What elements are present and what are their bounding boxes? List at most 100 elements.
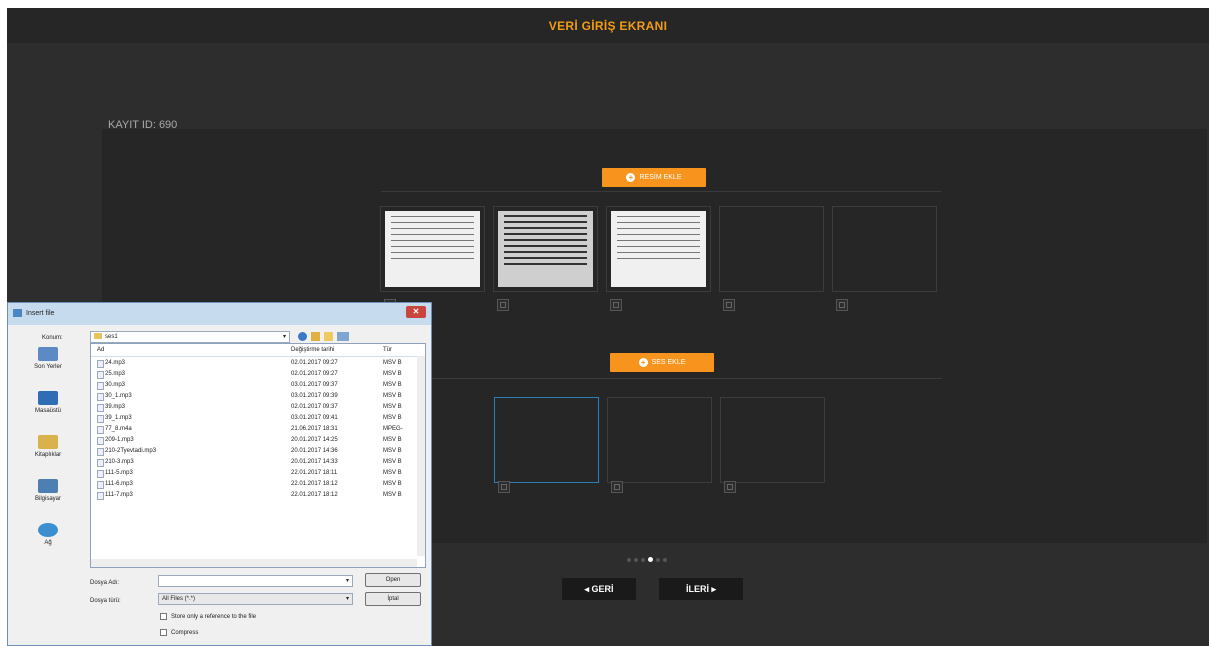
look-in-label: Konum:: [42, 335, 63, 341]
document-image: [385, 211, 480, 287]
look-in-value: ses1: [105, 334, 118, 340]
pagination-dots: [627, 551, 670, 563]
place-recent[interactable]: Son Yerler: [12, 347, 84, 370]
place-computer[interactable]: Bilgisayar: [12, 479, 84, 502]
filetype-select[interactable]: All Files (*.*) ▾: [158, 593, 353, 605]
image-thumbnail-1[interactable]: [380, 206, 485, 292]
place-desktop[interactable]: Masaüstü: [12, 391, 84, 414]
add-image-button[interactable]: + RESİM EKLE: [602, 168, 706, 187]
file-list[interactable]: Ad Değiştirme tarihi Tür 24.mp3 02.01.201…: [90, 343, 426, 568]
audio-file-icon: [97, 470, 104, 478]
file-row[interactable]: 30.mp3 03.01.2017 09:37 MSV B: [91, 380, 425, 391]
document-image: [611, 211, 706, 287]
close-icon[interactable]: ✕: [406, 306, 426, 318]
audio-file-icon: [97, 415, 104, 423]
image-upload-icon[interactable]: [836, 299, 848, 311]
file-row[interactable]: 111-5.mp3 22.01.2017 18:11 MSV B: [91, 468, 425, 479]
audio-file-icon: [97, 360, 104, 368]
audio-file-icon: [97, 448, 104, 456]
back-button[interactable]: ◂ GERİ: [562, 578, 636, 600]
column-type[interactable]: Tür: [383, 347, 392, 353]
image-thumbnail-empty[interactable]: [832, 206, 937, 292]
audio-file-icon: [97, 426, 104, 434]
pagination-dot[interactable]: [656, 557, 660, 562]
filetype-label: Dosya türü:: [90, 598, 121, 604]
file-row[interactable]: 39_1.mp3 03.01.2017 09:41 MSV B: [91, 413, 425, 424]
image-upload-icon[interactable]: [723, 299, 735, 311]
reference-checkbox[interactable]: [160, 613, 167, 620]
look-in-select[interactable]: ses1 ▾: [90, 331, 290, 343]
audio-upload-icon[interactable]: [498, 481, 510, 493]
desktop-icon: [38, 391, 58, 405]
column-name[interactable]: Ad: [97, 347, 104, 353]
new-folder-icon[interactable]: [324, 332, 333, 341]
plus-icon: +: [638, 358, 648, 367]
dialog-app-icon: [13, 309, 22, 317]
image-thumbnail-2[interactable]: [493, 206, 598, 292]
audio-file-icon: [97, 393, 104, 401]
audio-slot-empty[interactable]: [720, 397, 825, 483]
recent-places-icon: [38, 347, 58, 361]
up-folder-icon[interactable]: [311, 332, 320, 341]
image-section-divider: [381, 191, 941, 192]
audio-file-icon: [97, 459, 104, 467]
chevron-down-icon: ▾: [345, 578, 349, 584]
audio-file-icon: [97, 382, 104, 390]
network-icon: [38, 523, 58, 537]
file-row[interactable]: 25.mp3 02.01.2017 09:27 MSV B: [91, 369, 425, 380]
open-button[interactable]: Open: [365, 573, 421, 587]
pagination-dot[interactable]: [627, 557, 631, 562]
add-audio-label: SES EKLE: [651, 359, 686, 366]
place-libraries[interactable]: Kitaplıklar: [12, 435, 84, 458]
file-row[interactable]: 111-7.mp3 22.01.2017 18:12 MSV B: [91, 490, 425, 501]
audio-file-icon: [97, 481, 104, 489]
add-audio-button[interactable]: + SES EKLE: [610, 353, 714, 372]
audio-section-divider: [432, 378, 942, 379]
file-row[interactable]: 39.mp3 02.01.2017 09:37 MSV B: [91, 402, 425, 413]
audio-upload-icon[interactable]: [724, 481, 736, 493]
vertical-scrollbar[interactable]: [417, 356, 425, 556]
image-upload-icon[interactable]: [497, 299, 509, 311]
audio-file-icon: [97, 492, 104, 500]
compress-checkbox[interactable]: [160, 629, 167, 636]
pagination-dot[interactable]: [634, 557, 638, 562]
file-row[interactable]: 24.mp3 02.01.2017 09:27 MSV B: [91, 358, 425, 369]
column-date[interactable]: Değiştirme tarihi: [291, 347, 334, 353]
chevron-down-icon: ▾: [345, 596, 349, 602]
next-button[interactable]: İLERİ ▸: [659, 578, 743, 600]
reference-checkbox-label: Store only a reference to the file: [171, 614, 257, 620]
audio-slot-selected[interactable]: [494, 397, 599, 483]
pagination-dot[interactable]: [663, 557, 667, 562]
places-bar: Son Yerler Masaüstü Kitaplıklar Bilgisay…: [12, 347, 84, 572]
dialog-title: Insert file: [26, 310, 55, 317]
plus-icon: +: [626, 173, 636, 182]
file-row[interactable]: 210-2Tyevtadi.mp3 20.01.2017 14:36 MSV B: [91, 446, 425, 457]
add-image-label: RESİM EKLE: [639, 174, 682, 181]
filename-label: Dosya Adı:: [90, 580, 120, 586]
file-row[interactable]: 30_1.mp3 03.01.2017 09:39 MSV B: [91, 391, 425, 402]
audio-slot-empty[interactable]: [607, 397, 712, 483]
cancel-button[interactable]: İptal: [365, 592, 421, 606]
insert-file-dialog: Insert file ✕ Konum: ses1 ▾ Son Yerler M…: [7, 302, 432, 646]
document-image: [498, 211, 593, 287]
back-icon[interactable]: [298, 332, 307, 341]
image-thumbnail-empty[interactable]: [719, 206, 824, 292]
place-network[interactable]: Ağ: [12, 523, 84, 546]
horizontal-scrollbar[interactable]: [91, 559, 417, 567]
audio-upload-icon[interactable]: [611, 481, 623, 493]
libraries-icon: [38, 435, 58, 449]
file-row[interactable]: 210-3.mp3 20.01.2017 14:33 MSV B: [91, 457, 425, 468]
dialog-titlebar[interactable]: Insert file ✕: [8, 303, 431, 325]
file-row[interactable]: 77_8.m4a 21.06.2017 18:31 MPEG-: [91, 424, 425, 435]
audio-file-icon: [97, 404, 104, 412]
file-row[interactable]: 111-6.mp3 22.01.2017 18:12 MSV B: [91, 479, 425, 490]
image-upload-icon[interactable]: [610, 299, 622, 311]
page-title: VERİ GİRİŞ EKRANI: [548, 19, 668, 33]
pagination-dot-active[interactable]: [648, 557, 653, 563]
view-menu-icon[interactable]: [337, 332, 349, 341]
file-row[interactable]: 209-1.mp3 20.01.2017 14:25 MSV B: [91, 435, 425, 446]
pagination-dot[interactable]: [641, 557, 645, 562]
compress-checkbox-label: Compress: [171, 630, 199, 636]
image-thumbnail-3[interactable]: [606, 206, 711, 292]
filename-input[interactable]: ▾: [158, 575, 353, 587]
